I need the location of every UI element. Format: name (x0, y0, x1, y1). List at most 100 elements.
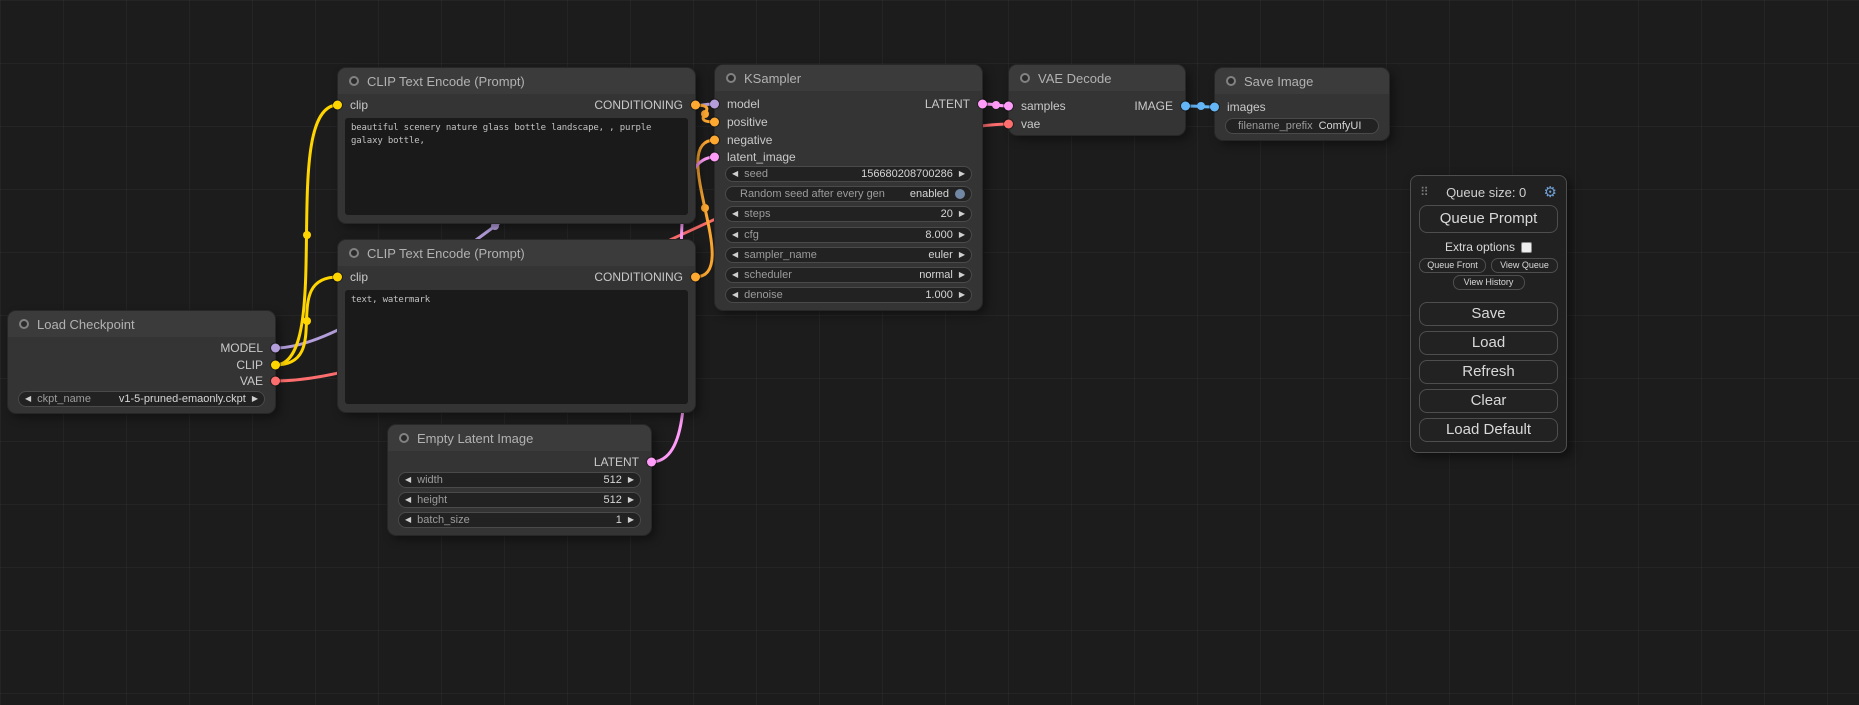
widget-height[interactable]: ◀ height 512 ▶ (398, 492, 641, 508)
node-title-bar[interactable]: CLIP Text Encode (Prompt) (338, 240, 695, 266)
input-dot-latent-image[interactable] (710, 153, 719, 162)
increment-arrow-icon[interactable]: ▶ (628, 476, 634, 484)
queue-size-label: Queue size: 0 (1446, 185, 1526, 200)
node-graph-canvas[interactable]: Load Checkpoint MODEL CLIP VAE ◀ ckpt_na… (0, 0, 1859, 705)
increment-arrow-icon[interactable]: ▶ (628, 516, 634, 524)
output-dot-conditioning[interactable] (691, 101, 700, 110)
node-save-image[interactable]: Save Image images filename_prefix ComfyU… (1215, 68, 1389, 140)
widget-filename-prefix[interactable]: filename_prefix ComfyUI (1225, 118, 1379, 134)
node-title-bar[interactable]: KSampler (715, 65, 982, 91)
decrement-arrow-icon[interactable]: ◀ (405, 516, 411, 524)
widget-scheduler[interactable]: ◀ scheduler normal ▶ (725, 267, 972, 283)
node-vae-decode[interactable]: VAE Decode samples IMAGE vae (1009, 65, 1185, 135)
widget-value: 20 (941, 208, 953, 220)
increment-arrow-icon[interactable]: ▶ (959, 210, 965, 218)
decrement-arrow-icon[interactable]: ◀ (25, 395, 31, 403)
slot-row: clip CONDITIONING (338, 97, 695, 113)
decrement-arrow-icon[interactable]: ◀ (732, 251, 738, 259)
view-history-button[interactable]: View History (1453, 275, 1525, 290)
collapse-toggle-icon[interactable] (1020, 73, 1030, 83)
widget-value: ComfyUI (1319, 120, 1362, 132)
collapse-toggle-icon[interactable] (1226, 76, 1236, 86)
node-empty-latent-image[interactable]: Empty Latent Image LATENT ◀ width 512 ▶ … (388, 425, 651, 535)
refresh-button[interactable]: Refresh (1419, 360, 1558, 384)
slot-row: samples IMAGE (1009, 98, 1185, 114)
queue-buttons-row: Queue Front View Queue (1419, 258, 1558, 273)
node-title: Empty Latent Image (417, 431, 533, 446)
node-title-bar[interactable]: Empty Latent Image (388, 425, 651, 451)
decrement-arrow-icon[interactable]: ◀ (732, 271, 738, 279)
output-dot-latent[interactable] (978, 100, 987, 109)
prompt-textarea[interactable]: text, watermark (345, 290, 688, 404)
collapse-toggle-icon[interactable] (399, 433, 409, 443)
increment-arrow-icon[interactable]: ▶ (959, 271, 965, 279)
widget-steps[interactable]: ◀ steps 20 ▶ (725, 206, 972, 222)
input-slot-latent-image: latent_image (715, 149, 982, 165)
output-dot-conditioning[interactable] (691, 273, 700, 282)
widget-label: scheduler (744, 269, 792, 281)
output-dot-image[interactable] (1181, 102, 1190, 111)
node-ksampler[interactable]: KSampler model LATENT positive negative … (715, 65, 982, 310)
widget-sampler-name[interactable]: ◀ sampler_name euler ▶ (725, 247, 972, 263)
slot-row: clip CONDITIONING (338, 269, 695, 285)
prompt-textarea[interactable]: beautiful scenery nature glass bottle la… (345, 118, 688, 215)
increment-arrow-icon[interactable]: ▶ (252, 395, 258, 403)
widget-ckpt-name[interactable]: ◀ ckpt_name v1-5-pruned-emaonly.ckpt ▶ (18, 391, 265, 407)
input-dot-clip[interactable] (333, 273, 342, 282)
node-load-checkpoint[interactable]: Load Checkpoint MODEL CLIP VAE ◀ ckpt_na… (8, 311, 275, 413)
decrement-arrow-icon[interactable]: ◀ (405, 496, 411, 504)
toggle-knob[interactable] (955, 189, 965, 199)
load-button[interactable]: Load (1419, 331, 1558, 355)
input-dot-negative[interactable] (710, 136, 719, 145)
decrement-arrow-icon[interactable]: ◀ (732, 170, 738, 178)
output-dot-vae[interactable] (271, 377, 280, 386)
load-default-button[interactable]: Load Default (1419, 418, 1558, 442)
collapse-toggle-icon[interactable] (19, 319, 29, 329)
increment-arrow-icon[interactable]: ▶ (959, 231, 965, 239)
increment-arrow-icon[interactable]: ▶ (959, 291, 965, 299)
settings-gear-icon[interactable]: ⚙ (1544, 183, 1557, 201)
input-dot-positive[interactable] (710, 118, 719, 127)
decrement-arrow-icon[interactable]: ◀ (732, 231, 738, 239)
node-clip-text-encode-negative[interactable]: CLIP Text Encode (Prompt) clip CONDITION… (338, 240, 695, 412)
node-clip-text-encode-positive[interactable]: CLIP Text Encode (Prompt) clip CONDITION… (338, 68, 695, 223)
input-dot-vae[interactable] (1004, 120, 1013, 129)
node-title-bar[interactable]: VAE Decode (1009, 65, 1185, 91)
collapse-toggle-icon[interactable] (349, 248, 359, 258)
widget-denoise[interactable]: ◀ denoise 1.000 ▶ (725, 287, 972, 303)
output-slot-model: MODEL (8, 340, 275, 356)
widget-cfg[interactable]: ◀ cfg 8.000 ▶ (725, 227, 972, 243)
widget-seed[interactable]: ◀ seed 156680208700286 ▶ (725, 166, 972, 182)
clear-button[interactable]: Clear (1419, 389, 1558, 413)
queue-prompt-button[interactable]: Queue Prompt (1419, 205, 1558, 233)
input-dot-clip[interactable] (333, 101, 342, 110)
increment-arrow-icon[interactable]: ▶ (628, 496, 634, 504)
widget-batch-size[interactable]: ◀ batch_size 1 ▶ (398, 512, 641, 528)
extra-options-checkbox[interactable] (1521, 242, 1532, 253)
node-title-bar[interactable]: Save Image (1215, 68, 1389, 94)
input-dot-model[interactable] (710, 100, 719, 109)
collapse-toggle-icon[interactable] (349, 76, 359, 86)
node-title: Save Image (1244, 74, 1313, 89)
save-button[interactable]: Save (1419, 302, 1558, 326)
input-dot-images[interactable] (1210, 103, 1219, 112)
widget-value: enabled (910, 188, 949, 200)
collapse-toggle-icon[interactable] (726, 73, 736, 83)
input-dot-samples[interactable] (1004, 102, 1013, 111)
output-dot-clip[interactable] (271, 361, 280, 370)
output-dot-model[interactable] (271, 344, 280, 353)
widget-random-seed-toggle[interactable]: Random seed after every gen enabled (725, 186, 972, 202)
increment-arrow-icon[interactable]: ▶ (959, 251, 965, 259)
widget-width[interactable]: ◀ width 512 ▶ (398, 472, 641, 488)
queue-front-button[interactable]: Queue Front (1419, 258, 1486, 273)
decrement-arrow-icon[interactable]: ◀ (732, 291, 738, 299)
node-title-bar[interactable]: CLIP Text Encode (Prompt) (338, 68, 695, 94)
view-queue-button[interactable]: View Queue (1491, 258, 1558, 273)
node-title-bar[interactable]: Load Checkpoint (8, 311, 275, 337)
increment-arrow-icon[interactable]: ▶ (959, 170, 965, 178)
extra-options-row: Extra options (1419, 240, 1558, 254)
output-dot-latent[interactable] (647, 458, 656, 467)
decrement-arrow-icon[interactable]: ◀ (732, 210, 738, 218)
decrement-arrow-icon[interactable]: ◀ (405, 476, 411, 484)
drag-handle-icon[interactable]: ⠿ (1420, 185, 1429, 199)
